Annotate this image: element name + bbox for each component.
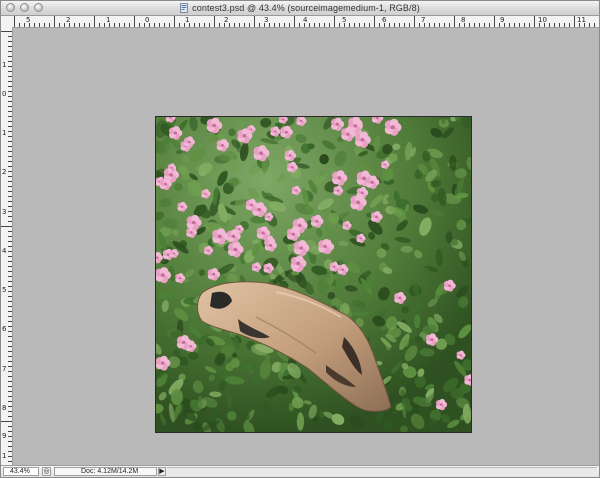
title-bar[interactable]: contest3.psd @ 43.4% (sourceimagemedium-…: [1, 1, 599, 16]
ruler-label: 4: [303, 16, 308, 24]
ruler-label: 9: [500, 16, 505, 24]
horizontal-ruler-ticks: [14, 16, 595, 27]
psd-document-icon: [180, 3, 189, 13]
ruler-label: 1: [2, 129, 7, 137]
document-window: contest3.psd @ 43.4% (sourceimagemedium-…: [0, 0, 600, 478]
ruler-label: 7: [421, 16, 426, 24]
document-image[interactable]: [155, 116, 472, 433]
ruler-label: 1: [185, 16, 190, 24]
ruler-label: 2: [2, 168, 7, 176]
ruler-label: 3: [2, 208, 7, 216]
ruler-label: 8: [2, 404, 7, 412]
vertical-ruler[interactable]: 1 0 1 2 3 4 5 6 7 8 9 1: [1, 27, 13, 465]
horizontal-scrollbar[interactable]: [167, 467, 597, 476]
ruler-label: 11: [577, 16, 586, 24]
ruler-label: 10: [538, 16, 547, 24]
status-bar: 43.4% ◎ Doc: 4.12M/14.2M ▶: [1, 465, 599, 477]
ruler-label: 4: [2, 247, 7, 255]
ruler-label: 9: [2, 432, 7, 440]
ruler-label: 7: [2, 365, 7, 373]
ruler-label: 6: [382, 16, 387, 24]
ruler-label: 5: [2, 286, 7, 294]
ruler-label: 5: [26, 16, 31, 24]
window-title: contest3.psd @ 43.4% (sourceimagemedium-…: [192, 3, 420, 13]
window-title-group: contest3.psd @ 43.4% (sourceimagemedium-…: [1, 1, 599, 15]
ruler-label: 1: [106, 16, 111, 24]
ruler-label: 2: [66, 16, 71, 24]
document-size: Doc: 4.12M/14.2M: [54, 467, 157, 476]
ruler-label: 3: [264, 16, 269, 24]
ruler-label: 8: [461, 16, 466, 24]
status-menu-arrow-icon[interactable]: ▶: [158, 467, 166, 476]
canvas-area[interactable]: [13, 28, 599, 465]
ruler-label: 0: [145, 16, 150, 24]
ruler-label: 6: [2, 325, 7, 333]
ruler-label: 2: [224, 16, 229, 24]
flower-rock-photo: [156, 117, 471, 432]
ruler-label: 1: [2, 452, 7, 460]
ruler-label: 0: [2, 90, 7, 98]
zoom-level-field[interactable]: 43.4%: [3, 467, 39, 476]
horizontal-ruler[interactable]: 5 2 1 0 1 2 3 4 5 6 7 8 9 10 11: [1, 16, 599, 28]
ruler-label: 1: [2, 61, 7, 69]
status-info-icon[interactable]: ◎: [42, 467, 51, 476]
ruler-label: 5: [342, 16, 347, 24]
